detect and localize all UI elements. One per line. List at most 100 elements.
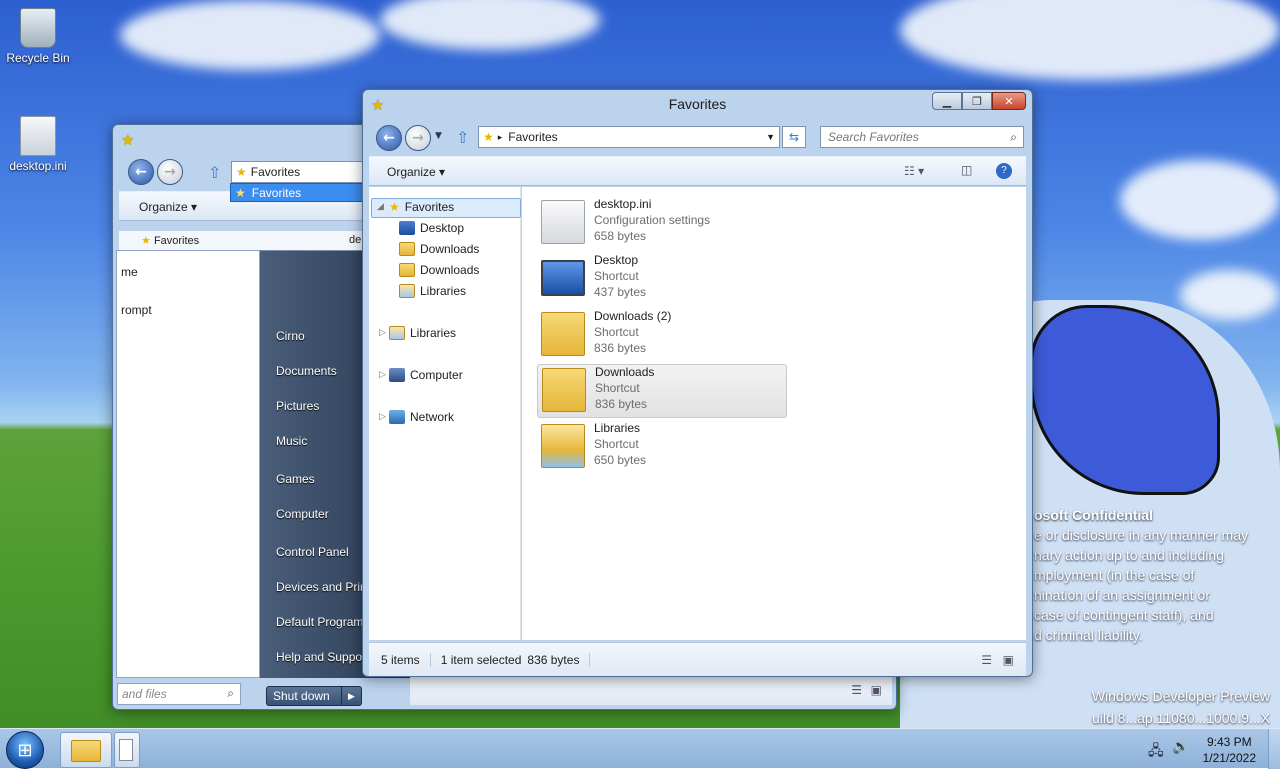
start-link-help[interactable]: Help and Suppo xyxy=(276,650,362,664)
change-view-icon[interactable]: ☷ ▾ xyxy=(904,164,924,178)
clock[interactable]: 9:43 PM 1/21/2022 xyxy=(1203,734,1256,766)
favorites-window[interactable]: ★ Favorites ▁ ❐ ✕ ← → ▼ ⇧ ★ ▸ Favorites … xyxy=(362,89,1033,677)
address-bar[interactable]: ★ ▸ Favorites ▼ xyxy=(478,126,780,148)
favorites-star-icon: ★ xyxy=(236,165,247,179)
refresh-button[interactable]: ⇆ xyxy=(782,126,806,148)
volume-icon[interactable]: 🔊 xyxy=(1172,739,1189,755)
nav-libraries[interactable]: Libraries xyxy=(399,284,466,298)
file-item-selected[interactable]: Downloads Shortcut 836 bytes xyxy=(537,364,787,418)
nav-item-label: Network xyxy=(410,410,455,424)
start-link-devices[interactable]: Devices and Prir xyxy=(276,580,364,594)
close-button[interactable]: ✕ xyxy=(992,92,1026,110)
watermark-line: nary action up to and including xyxy=(1034,547,1224,563)
dropdown-item-label: Favorites xyxy=(251,185,302,200)
start-link-pictures[interactable]: Pictures xyxy=(276,399,319,413)
favorites-star-icon: ★ xyxy=(235,185,246,200)
organize-button[interactable]: Organize ▾ xyxy=(139,200,197,214)
breadcrumb-arrow-icon: ▸ xyxy=(497,131,503,142)
file-item[interactable]: desktop.ini Configuration settings 658 b… xyxy=(537,197,787,251)
favorites-star-icon: ★ xyxy=(389,200,400,214)
file-item[interactable]: Desktop Shortcut 437 bytes xyxy=(537,253,787,307)
address-history-icon[interactable]: ▼ xyxy=(766,132,775,142)
nav-favorites-label: Favorites xyxy=(153,235,200,247)
start-link-cirno[interactable]: Cirno xyxy=(276,329,305,343)
details-view-icon[interactable]: ☰ xyxy=(981,653,992,667)
nav-computer[interactable]: Computer xyxy=(389,368,463,382)
file-item[interactable]: Downloads (2) Shortcut 836 bytes xyxy=(537,309,787,363)
shutdown-button[interactable]: Shut down ▶ xyxy=(266,686,362,706)
taskbar-notepad-button[interactable] xyxy=(114,732,140,768)
title-bar[interactable]: ★ Favorites ▁ ❐ ✕ xyxy=(363,90,1032,118)
shutdown-options-icon[interactable]: ▶ xyxy=(341,687,361,705)
forward-button[interactable]: → xyxy=(157,159,183,185)
start-link-control-panel[interactable]: Control Panel xyxy=(276,545,349,559)
libraries-icon xyxy=(389,326,405,340)
search-input[interactable]: Search Favorites ⌕ xyxy=(820,126,1024,148)
start-link-default-programs[interactable]: Default Program xyxy=(276,615,363,629)
show-desktop-button[interactable] xyxy=(1268,729,1280,769)
explorer-folder-icon xyxy=(71,740,101,762)
recycle-bin-label: Recycle Bin xyxy=(6,51,70,65)
organize-button[interactable]: Organize ▾ xyxy=(387,165,445,179)
build-line: Windows Developer Preview xyxy=(1091,688,1270,704)
minimize-button[interactable]: ▁ xyxy=(932,92,962,110)
tiles-view-icon[interactable]: ▣ xyxy=(1003,653,1014,667)
watermark-title: osoft Confidential xyxy=(1034,507,1153,523)
start-search-box[interactable]: and files ⌕ xyxy=(117,683,241,705)
maximize-button[interactable]: ❐ xyxy=(962,92,992,110)
organize-label: Organize xyxy=(139,200,188,214)
desktop-ini-icon[interactable]: desktop.ini xyxy=(0,116,76,173)
status-bar: 5 items 1 item selected 836 bytes ☰ ▣ xyxy=(369,642,1026,676)
nav-favorites[interactable]: ★ Favorites xyxy=(141,234,199,247)
details-view-icon[interactable]: ☰ xyxy=(851,683,862,697)
settings-file-icon xyxy=(541,200,585,244)
preview-pane-icon[interactable]: ◫ xyxy=(961,163,972,177)
taskbar: ⊞ 🖧 🔊 9:43 PM 1/21/2022 xyxy=(0,728,1280,769)
watermark-line: e or disclosure in any manner may xyxy=(1034,527,1248,543)
collapsed-arrow-icon[interactable]: ▷ xyxy=(379,412,386,422)
recycle-bin-icon[interactable]: Recycle Bin xyxy=(0,8,76,65)
nav-favorites[interactable]: ★ Favorites xyxy=(389,200,454,214)
favorites-star-icon: ★ xyxy=(141,235,151,247)
program-item[interactable]: rompt xyxy=(121,303,152,317)
forward-button[interactable]: → xyxy=(405,125,431,151)
favorites-star-icon: ★ xyxy=(121,131,135,149)
computer-icon xyxy=(389,368,405,382)
file-type: Shortcut xyxy=(594,269,639,283)
file-item[interactable]: Libraries Shortcut 650 bytes xyxy=(537,421,787,475)
start-link-music[interactable]: Music xyxy=(276,434,307,448)
organize-label: Organize xyxy=(387,165,436,179)
selection-count: 1 item selected xyxy=(440,652,522,667)
collapsed-arrow-icon[interactable]: ▷ xyxy=(379,370,386,380)
downloads-folder-icon xyxy=(399,263,415,277)
back-button[interactable]: ← xyxy=(376,125,402,151)
network-tray-icon[interactable]: 🖧 xyxy=(1148,740,1164,764)
downloads-folder-icon xyxy=(542,368,586,412)
file-name: Libraries xyxy=(594,421,641,435)
nav-downloads[interactable]: Downloads xyxy=(399,242,479,256)
up-arrow-icon[interactable]: ⇧ xyxy=(208,163,221,182)
nav-item-label: Downloads xyxy=(420,242,480,256)
start-link-computer[interactable]: Computer xyxy=(276,507,329,521)
search-icon: ⌕ xyxy=(1010,129,1017,144)
start-button[interactable]: ⊞ xyxy=(6,731,44,769)
start-link-games[interactable]: Games xyxy=(276,472,315,486)
program-item[interactable]: me xyxy=(121,265,138,279)
start-link-documents[interactable]: Documents xyxy=(276,364,337,378)
nav-downloads[interactable]: Downloads xyxy=(399,263,479,277)
tiles-view-icon[interactable]: ▣ xyxy=(871,683,882,697)
back-button[interactable]: ← xyxy=(128,159,154,185)
address-text: Favorites xyxy=(508,130,558,144)
nav-libraries-root[interactable]: Libraries xyxy=(389,326,456,340)
recent-pages-icon[interactable]: ▼ xyxy=(435,131,442,141)
downloads-folder-icon xyxy=(541,312,585,356)
nav-network[interactable]: Network xyxy=(389,410,454,424)
expanded-arrow-icon[interactable]: ◢ xyxy=(377,202,384,212)
collapsed-arrow-icon[interactable]: ▷ xyxy=(379,328,386,338)
up-arrow-icon[interactable]: ⇧ xyxy=(456,128,469,147)
help-icon[interactable]: ? xyxy=(996,163,1012,179)
taskbar-explorer-button[interactable] xyxy=(60,732,112,768)
command-bar: Organize ▾ ☷ ▾ ◫ ? xyxy=(369,156,1026,186)
file-name: Desktop xyxy=(594,253,639,267)
nav-desktop[interactable]: Desktop xyxy=(399,221,464,235)
